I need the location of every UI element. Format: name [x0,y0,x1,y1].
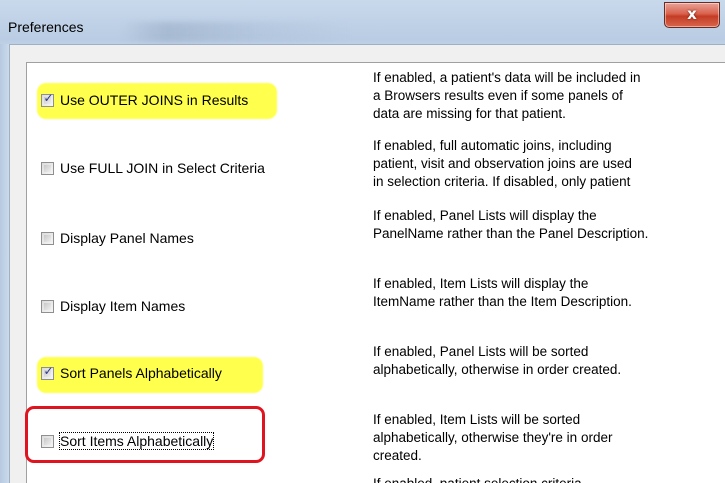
checkbox-sort-panels[interactable]: ✓ [41,364,54,380]
label-display-panel-names[interactable]: Display Panel Names [60,230,194,246]
label-display-item-names[interactable]: Display Item Names [60,298,185,314]
close-icon: x [687,5,697,23]
checkmark-icon: ✓ [43,91,54,105]
window-frame [0,44,9,483]
checkbox-full-join[interactable] [41,162,54,175]
checkmark-icon: ✓ [43,364,54,378]
desc-outer-joins: If enabled, a patient's data will be inc… [373,70,641,121]
desc-display-panel-names: If enabled, Panel Lists will display the… [373,208,649,241]
desc-display-item-names: If enabled, Item Lists will display the … [373,276,632,309]
window-title: Preferences [8,19,84,35]
checkbox-display-item-names[interactable] [41,300,54,313]
checkbox-display-panel-names[interactable] [41,232,54,245]
desc-sort-panels: If enabled, Panel Lists will be sorted a… [373,344,622,377]
close-button[interactable]: x [664,2,720,28]
blurred-background [120,22,350,42]
label-outer-joins[interactable]: Use OUTER JOINS in Results [60,92,248,108]
checkbox-outer-joins[interactable]: ✓ [41,91,54,107]
annotation-box [25,406,265,463]
label-sort-panels[interactable]: Sort Panels Alphabetically [60,365,222,381]
desc-sort-items: If enabled, Item Lists will be sorted al… [373,412,613,463]
title-bar[interactable]: Preferences x [0,0,725,44]
desc-patient-selection: If enabled, patient selection criteria [373,475,725,483]
desc-full-join: If enabled, full automatic joins, includ… [373,138,632,189]
preferences-window: Preferences x ✓ Use OUTER JOINS in Resul… [0,0,725,483]
label-full-join[interactable]: Use FULL JOIN in Select Criteria [60,160,265,176]
